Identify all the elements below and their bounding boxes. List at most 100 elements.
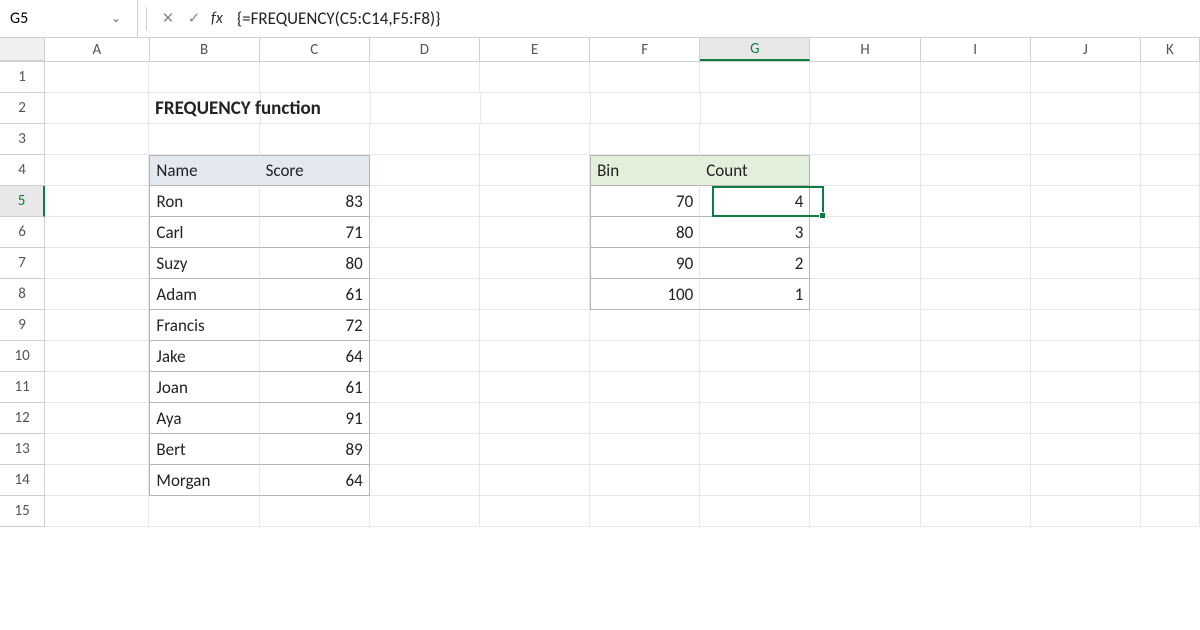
cell-A8[interactable] <box>45 279 149 310</box>
cell-H9[interactable] <box>810 310 920 341</box>
cell-F3[interactable] <box>590 124 700 155</box>
cell-K7[interactable] <box>1141 248 1200 279</box>
cell-I13[interactable] <box>921 434 1031 465</box>
cell-D11[interactable] <box>370 372 480 403</box>
table-row[interactable]: 61 <box>260 372 370 403</box>
table2-header-bin[interactable]: Bin <box>590 155 700 186</box>
table-row[interactable]: 71 <box>260 217 370 248</box>
cell-E7[interactable] <box>480 248 590 279</box>
cell-J10[interactable] <box>1031 341 1141 372</box>
cell-E13[interactable] <box>480 434 590 465</box>
cell-G5-selected[interactable]: 4 <box>700 186 810 217</box>
table-row[interactable]: Morgan <box>149 465 259 496</box>
cell-B1[interactable] <box>149 62 259 93</box>
col-header-F[interactable]: F <box>590 38 700 61</box>
name-box[interactable]: G5 ⌄ <box>0 0 138 38</box>
cell-E3[interactable] <box>480 124 590 155</box>
cell-G9[interactable] <box>700 310 810 341</box>
cell-I12[interactable] <box>921 403 1031 434</box>
cell-D14[interactable] <box>370 465 480 496</box>
col-header-G[interactable]: G <box>700 38 810 61</box>
cell-K1[interactable] <box>1141 62 1200 93</box>
cell-E4[interactable] <box>480 155 590 186</box>
cell-I6[interactable] <box>921 217 1031 248</box>
cell-G10[interactable] <box>700 341 810 372</box>
cell-H5[interactable] <box>810 186 920 217</box>
cell-F11[interactable] <box>590 372 700 403</box>
cell-A14[interactable] <box>45 465 149 496</box>
row-header-5[interactable]: 5 <box>0 186 45 217</box>
col-header-K[interactable]: K <box>1141 38 1200 61</box>
cell-J4[interactable] <box>1031 155 1141 186</box>
chevron-down-icon[interactable]: ⌄ <box>111 11 127 26</box>
cell-H1[interactable] <box>810 62 920 93</box>
cell-H7[interactable] <box>810 248 920 279</box>
row-header-2[interactable]: 2 <box>0 93 45 124</box>
cell-E1[interactable] <box>480 62 590 93</box>
table-row[interactable]: 3 <box>700 217 810 248</box>
cell-D7[interactable] <box>370 248 480 279</box>
cell-I4[interactable] <box>921 155 1031 186</box>
cell-I11[interactable] <box>921 372 1031 403</box>
col-header-I[interactable]: I <box>921 38 1031 61</box>
cell-F9[interactable] <box>590 310 700 341</box>
select-all-corner[interactable] <box>0 38 45 61</box>
cell-J9[interactable] <box>1031 310 1141 341</box>
cell-G12[interactable] <box>700 403 810 434</box>
col-header-D[interactable]: D <box>370 38 480 61</box>
cell-E6[interactable] <box>480 217 590 248</box>
cell-A12[interactable] <box>45 403 149 434</box>
cell-H8[interactable] <box>810 279 920 310</box>
cell-C3[interactable] <box>260 124 370 155</box>
table-row[interactable]: 100 <box>590 279 700 310</box>
cell-K3[interactable] <box>1141 124 1200 155</box>
table-row[interactable]: Francis <box>149 310 259 341</box>
cell-A6[interactable] <box>45 217 149 248</box>
cell-K4[interactable] <box>1141 155 1200 186</box>
cell-D15[interactable] <box>370 496 480 527</box>
table-row[interactable]: 90 <box>590 248 700 279</box>
row-header-14[interactable]: 14 <box>0 465 45 496</box>
cell-E2[interactable] <box>481 93 591 124</box>
row-header-11[interactable]: 11 <box>0 372 45 403</box>
cell-J14[interactable] <box>1031 465 1141 496</box>
cell-I9[interactable] <box>921 310 1031 341</box>
table-row[interactable]: 89 <box>260 434 370 465</box>
table-row[interactable]: 1 <box>700 279 810 310</box>
cell-K11[interactable] <box>1141 372 1200 403</box>
cell-H3[interactable] <box>810 124 920 155</box>
cell-I5[interactable] <box>921 186 1031 217</box>
table-row[interactable]: Adam <box>149 279 259 310</box>
cell-J8[interactable] <box>1031 279 1141 310</box>
row-header-1[interactable]: 1 <box>0 62 45 93</box>
cell-I14[interactable] <box>921 465 1031 496</box>
cell-K13[interactable] <box>1141 434 1200 465</box>
cell-D6[interactable] <box>370 217 480 248</box>
col-header-A[interactable]: A <box>45 38 149 61</box>
row-header-3[interactable]: 3 <box>0 124 45 155</box>
fx-icon[interactable]: fx <box>211 9 223 28</box>
table-row[interactable]: 61 <box>260 279 370 310</box>
cell-K10[interactable] <box>1141 341 1200 372</box>
accept-formula-icon[interactable]: ✓ <box>181 6 207 32</box>
col-header-H[interactable]: H <box>810 38 920 61</box>
cell-A5[interactable] <box>45 186 149 217</box>
cell-D9[interactable] <box>370 310 480 341</box>
cell-K6[interactable] <box>1141 217 1200 248</box>
cell-J6[interactable] <box>1031 217 1141 248</box>
cell-I3[interactable] <box>921 124 1031 155</box>
table-row[interactable]: Bert <box>149 434 259 465</box>
cell-F14[interactable] <box>590 465 700 496</box>
cell-G13[interactable] <box>700 434 810 465</box>
row-header-9[interactable]: 9 <box>0 310 45 341</box>
cell-H2[interactable] <box>811 93 921 124</box>
cell-B3[interactable] <box>149 124 259 155</box>
table-row[interactable]: Suzy <box>149 248 259 279</box>
cell-G2[interactable] <box>701 93 811 124</box>
cell-D5[interactable] <box>370 186 480 217</box>
cell-I8[interactable] <box>921 279 1031 310</box>
cell-H12[interactable] <box>810 403 920 434</box>
cell-A9[interactable] <box>45 310 149 341</box>
cell-A1[interactable] <box>45 62 149 93</box>
cell-A4[interactable] <box>45 155 149 186</box>
